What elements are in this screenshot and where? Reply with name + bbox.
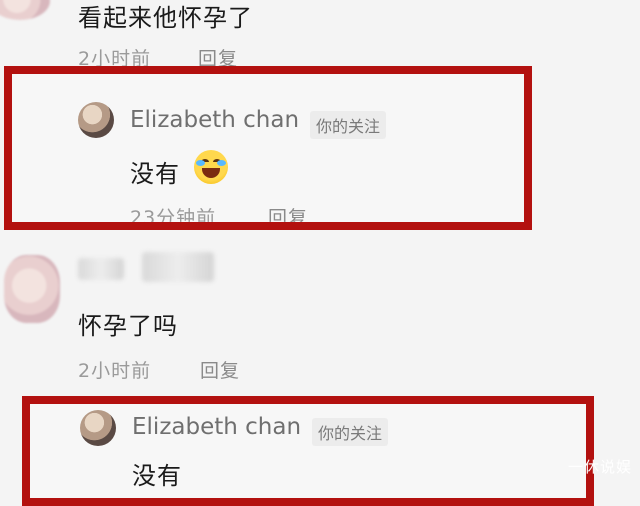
laughing-emoji-icon: [194, 150, 228, 184]
comment-text: 没有: [130, 160, 180, 188]
blurred-username: [78, 258, 124, 280]
comment-time: 2小时前: [78, 360, 152, 382]
following-tag: 你的关注: [312, 418, 389, 446]
watermark-text: 一休说娱: [567, 458, 632, 476]
avatar[interactable]: [0, 0, 50, 20]
comment-text: 看起来他怀孕了: [78, 4, 253, 32]
username[interactable]: Elizabeth chan: [132, 414, 301, 440]
username[interactable]: Elizabeth chan: [130, 107, 299, 133]
blurred-username: [142, 252, 214, 282]
comment-text: 怀孕了吗: [78, 312, 178, 340]
following-tag: 你的关注: [310, 111, 387, 139]
avatar[interactable]: [4, 255, 60, 323]
comment-text: 没有: [132, 462, 182, 490]
avatar[interactable]: [80, 410, 116, 446]
avatar[interactable]: [78, 102, 114, 138]
reply-button[interactable]: 回复: [200, 356, 240, 383]
